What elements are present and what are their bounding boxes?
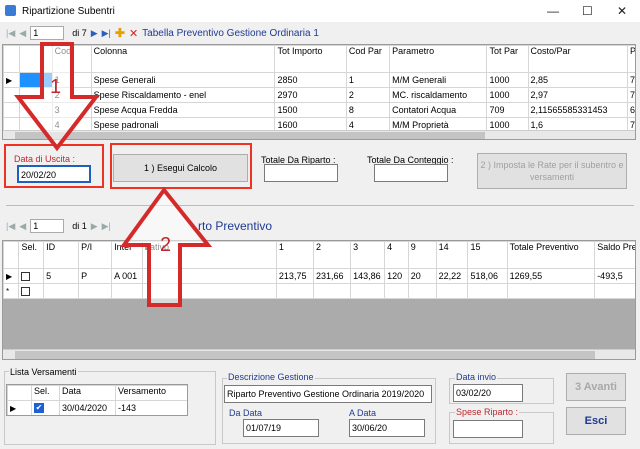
table-cell[interactable]: -143	[115, 400, 187, 415]
da-data-label: Da Data	[229, 408, 263, 418]
current-row-icon: ▶	[7, 400, 32, 415]
col-header-sel[interactable]: Sel.	[31, 385, 60, 401]
a-data-label: A Data	[349, 408, 377, 418]
descrizione-label: Descrizione Gestione	[227, 372, 315, 382]
arrow-number-2: 2	[160, 234, 172, 256]
a-data-input[interactable]: 30/06/20	[349, 419, 425, 437]
spese-riparto-input[interactable]	[453, 420, 523, 438]
table-cell[interactable]: 30/04/2020	[59, 400, 116, 415]
lista-versamenti-title: Lista Versamenti	[9, 367, 78, 377]
data-invio-label: Data invio	[455, 372, 498, 382]
versamenti-grid: Sel. Data Versamento ▶ ✔ 30/04/2020 -143	[6, 384, 188, 416]
table-row[interactable]: ▶ ✔ 30/04/2020 -143	[7, 400, 187, 415]
data-invio-input[interactable]: 03/02/20	[453, 384, 523, 402]
esci-button[interactable]: Esci	[566, 407, 626, 435]
descrizione-input[interactable]: Riparto Preventivo Gestione Ordinaria 20…	[224, 385, 432, 403]
avanti-button[interactable]: 3 Avanti	[566, 373, 626, 401]
da-data-input[interactable]: 01/07/19	[243, 419, 319, 437]
checked-checkbox-icon[interactable]: ✔	[34, 403, 44, 414]
select-checkbox-cell[interactable]: ✔	[31, 400, 60, 415]
col-header-data[interactable]: Data	[59, 385, 116, 401]
col-header-versamento[interactable]: Versamento	[115, 385, 187, 401]
arrow-number-1: 1	[50, 76, 62, 98]
spese-riparto-label: Spese Riparto :	[455, 407, 520, 417]
